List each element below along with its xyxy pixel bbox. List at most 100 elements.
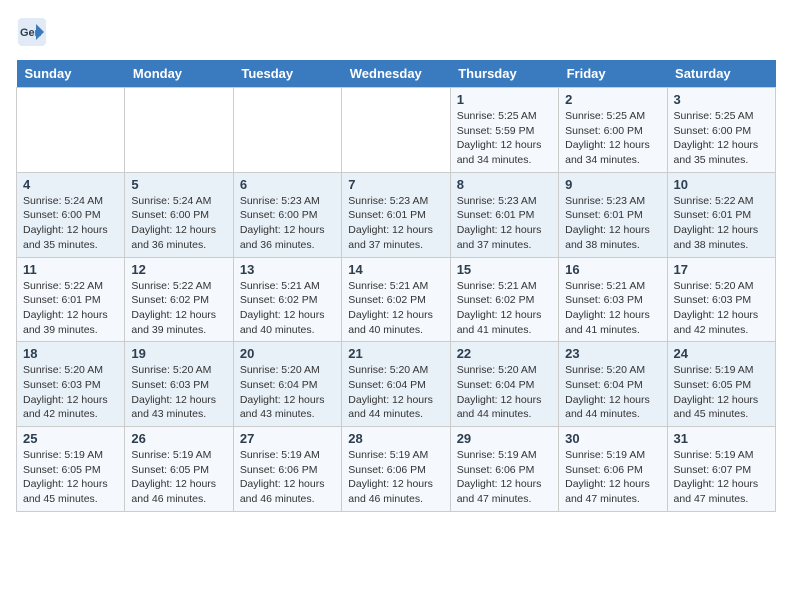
day-info: Sunrise: 5:22 AMSunset: 6:02 PMDaylight:… [131,279,226,338]
day-info: Sunrise: 5:21 AMSunset: 6:02 PMDaylight:… [348,279,443,338]
day-info: Sunrise: 5:24 AMSunset: 6:00 PMDaylight:… [23,194,118,253]
calendar-cell: 28 Sunrise: 5:19 AMSunset: 6:06 PMDayligh… [342,427,450,512]
logo: Gen [16,16,48,48]
day-info: Sunrise: 5:24 AMSunset: 6:00 PMDaylight:… [131,194,226,253]
calendar-week-2: 4 Sunrise: 5:24 AMSunset: 6:00 PMDaylight… [17,172,776,257]
day-number: 13 [240,262,335,277]
day-number: 30 [565,431,660,446]
day-info: Sunrise: 5:21 AMSunset: 6:02 PMDaylight:… [240,279,335,338]
day-info: Sunrise: 5:19 AMSunset: 6:05 PMDaylight:… [674,363,769,422]
calendar-cell: 26Sunrise: 5:19 AMSunset: 6:05 PMDayligh… [125,427,233,512]
weekday-header-sunday: Sunday [17,60,125,88]
day-info: Sunrise: 5:20 AMSunset: 6:03 PMDaylight:… [23,363,118,422]
calendar-cell: 29 Sunrise: 5:19 AMSunset: 6:06 PMDayligh… [450,427,558,512]
day-info: Sunrise: 5:19 AMSunset: 6:06 PMDaylight:… [457,448,552,507]
header: Gen [16,16,776,48]
calendar-week-1: 1 Sunrise: 5:25 AMSunset: 5:59 PMDaylight… [17,88,776,173]
calendar-cell: 23Sunrise: 5:20 AMSunset: 6:04 PMDayligh… [559,342,667,427]
weekday-header-monday: Monday [125,60,233,88]
day-number: 6 [240,177,335,192]
calendar-cell [17,88,125,173]
day-number: 9 [565,177,660,192]
day-number: 14 [348,262,443,277]
calendar-cell: 31 Sunrise: 5:19 AMSunset: 6:07 PMDayligh… [667,427,775,512]
day-number: 16 [565,262,660,277]
day-info: Sunrise: 5:19 AMSunset: 6:05 PMDaylight:… [131,448,226,507]
day-info: Sunrise: 5:25 AMSunset: 6:00 PMDaylight:… [674,109,769,168]
day-number: 23 [565,346,660,361]
calendar-cell [233,88,341,173]
calendar-cell: 8 Sunrise: 5:23 AMSunset: 6:01 PMDaylight… [450,172,558,257]
calendar-cell: 11 Sunrise: 5:22 AMSunset: 6:01 PMDayligh… [17,257,125,342]
calendar-cell: 17Sunrise: 5:20 AMSunset: 6:03 PMDayligh… [667,257,775,342]
day-number: 18 [23,346,118,361]
day-number: 22 [457,346,552,361]
calendar-table: SundayMondayTuesdayWednesdayThursdayFrid… [16,60,776,512]
calendar-cell: 19Sunrise: 5:20 AMSunset: 6:03 PMDayligh… [125,342,233,427]
day-number: 28 [348,431,443,446]
calendar-cell: 30 Sunrise: 5:19 AMSunset: 6:06 PMDayligh… [559,427,667,512]
day-number: 15 [457,262,552,277]
calendar-cell [342,88,450,173]
day-info: Sunrise: 5:19 AMSunset: 6:06 PMDaylight:… [240,448,335,507]
calendar-week-3: 11 Sunrise: 5:22 AMSunset: 6:01 PMDayligh… [17,257,776,342]
day-number: 20 [240,346,335,361]
calendar-week-5: 25 Sunrise: 5:19 AMSunset: 6:05 PMDayligh… [17,427,776,512]
day-number: 17 [674,262,769,277]
day-number: 1 [457,92,552,107]
calendar-cell: 5 Sunrise: 5:24 AMSunset: 6:00 PMDaylight… [125,172,233,257]
day-info: Sunrise: 5:20 AMSunset: 6:04 PMDaylight:… [457,363,552,422]
day-info: Sunrise: 5:23 AMSunset: 6:01 PMDaylight:… [457,194,552,253]
calendar-cell: 15 Sunrise: 5:21 AMSunset: 6:02 PMDayligh… [450,257,558,342]
day-info: Sunrise: 5:22 AMSunset: 6:01 PMDaylight:… [674,194,769,253]
calendar-cell: 7 Sunrise: 5:23 AMSunset: 6:01 PMDaylight… [342,172,450,257]
day-info: Sunrise: 5:19 AMSunset: 6:06 PMDaylight:… [565,448,660,507]
calendar-cell: 20 Sunrise: 5:20 AMSunset: 6:04 PMDayligh… [233,342,341,427]
day-info: Sunrise: 5:23 AMSunset: 6:00 PMDaylight:… [240,194,335,253]
day-info: Sunrise: 5:19 AMSunset: 6:07 PMDaylight:… [674,448,769,507]
calendar-cell: 6 Sunrise: 5:23 AMSunset: 6:00 PMDaylight… [233,172,341,257]
day-info: Sunrise: 5:21 AMSunset: 6:03 PMDaylight:… [565,279,660,338]
calendar-cell: 2 Sunrise: 5:25 AMSunset: 6:00 PMDaylight… [559,88,667,173]
day-info: Sunrise: 5:21 AMSunset: 6:02 PMDaylight:… [457,279,552,338]
calendar-cell: 12Sunrise: 5:22 AMSunset: 6:02 PMDayligh… [125,257,233,342]
weekday-header-friday: Friday [559,60,667,88]
calendar-cell: 21 Sunrise: 5:20 AMSunset: 6:04 PMDayligh… [342,342,450,427]
calendar-cell: 13 Sunrise: 5:21 AMSunset: 6:02 PMDayligh… [233,257,341,342]
day-info: Sunrise: 5:19 AMSunset: 6:06 PMDaylight:… [348,448,443,507]
day-info: Sunrise: 5:19 AMSunset: 6:05 PMDaylight:… [23,448,118,507]
day-number: 19 [131,346,226,361]
calendar-cell: 1 Sunrise: 5:25 AMSunset: 5:59 PMDaylight… [450,88,558,173]
day-number: 5 [131,177,226,192]
day-number: 11 [23,262,118,277]
calendar-cell: 9 Sunrise: 5:23 AMSunset: 6:01 PMDaylight… [559,172,667,257]
calendar-cell: 16 Sunrise: 5:21 AMSunset: 6:03 PMDayligh… [559,257,667,342]
day-info: Sunrise: 5:20 AMSunset: 6:04 PMDaylight:… [348,363,443,422]
day-info: Sunrise: 5:23 AMSunset: 6:01 PMDaylight:… [348,194,443,253]
logo-icon: Gen [16,16,48,48]
calendar-cell [125,88,233,173]
day-info: Sunrise: 5:20 AMSunset: 6:04 PMDaylight:… [240,363,335,422]
calendar-cell: 25 Sunrise: 5:19 AMSunset: 6:05 PMDayligh… [17,427,125,512]
weekday-header-tuesday: Tuesday [233,60,341,88]
day-info: Sunrise: 5:23 AMSunset: 6:01 PMDaylight:… [565,194,660,253]
day-number: 21 [348,346,443,361]
calendar-cell: 3Sunrise: 5:25 AMSunset: 6:00 PMDaylight… [667,88,775,173]
day-number: 29 [457,431,552,446]
calendar-cell: 10Sunrise: 5:22 AMSunset: 6:01 PMDayligh… [667,172,775,257]
weekday-header-saturday: Saturday [667,60,775,88]
calendar-cell: 22 Sunrise: 5:20 AMSunset: 6:04 PMDayligh… [450,342,558,427]
day-number: 4 [23,177,118,192]
day-number: 27 [240,431,335,446]
day-number: 8 [457,177,552,192]
day-number: 2 [565,92,660,107]
day-number: 7 [348,177,443,192]
day-number: 31 [674,431,769,446]
day-number: 25 [23,431,118,446]
calendar-cell: 18 Sunrise: 5:20 AMSunset: 6:03 PMDayligh… [17,342,125,427]
weekday-header-thursday: Thursday [450,60,558,88]
day-info: Sunrise: 5:25 AMSunset: 6:00 PMDaylight:… [565,109,660,168]
day-info: Sunrise: 5:25 AMSunset: 5:59 PMDaylight:… [457,109,552,168]
weekday-header-wednesday: Wednesday [342,60,450,88]
day-info: Sunrise: 5:22 AMSunset: 6:01 PMDaylight:… [23,279,118,338]
